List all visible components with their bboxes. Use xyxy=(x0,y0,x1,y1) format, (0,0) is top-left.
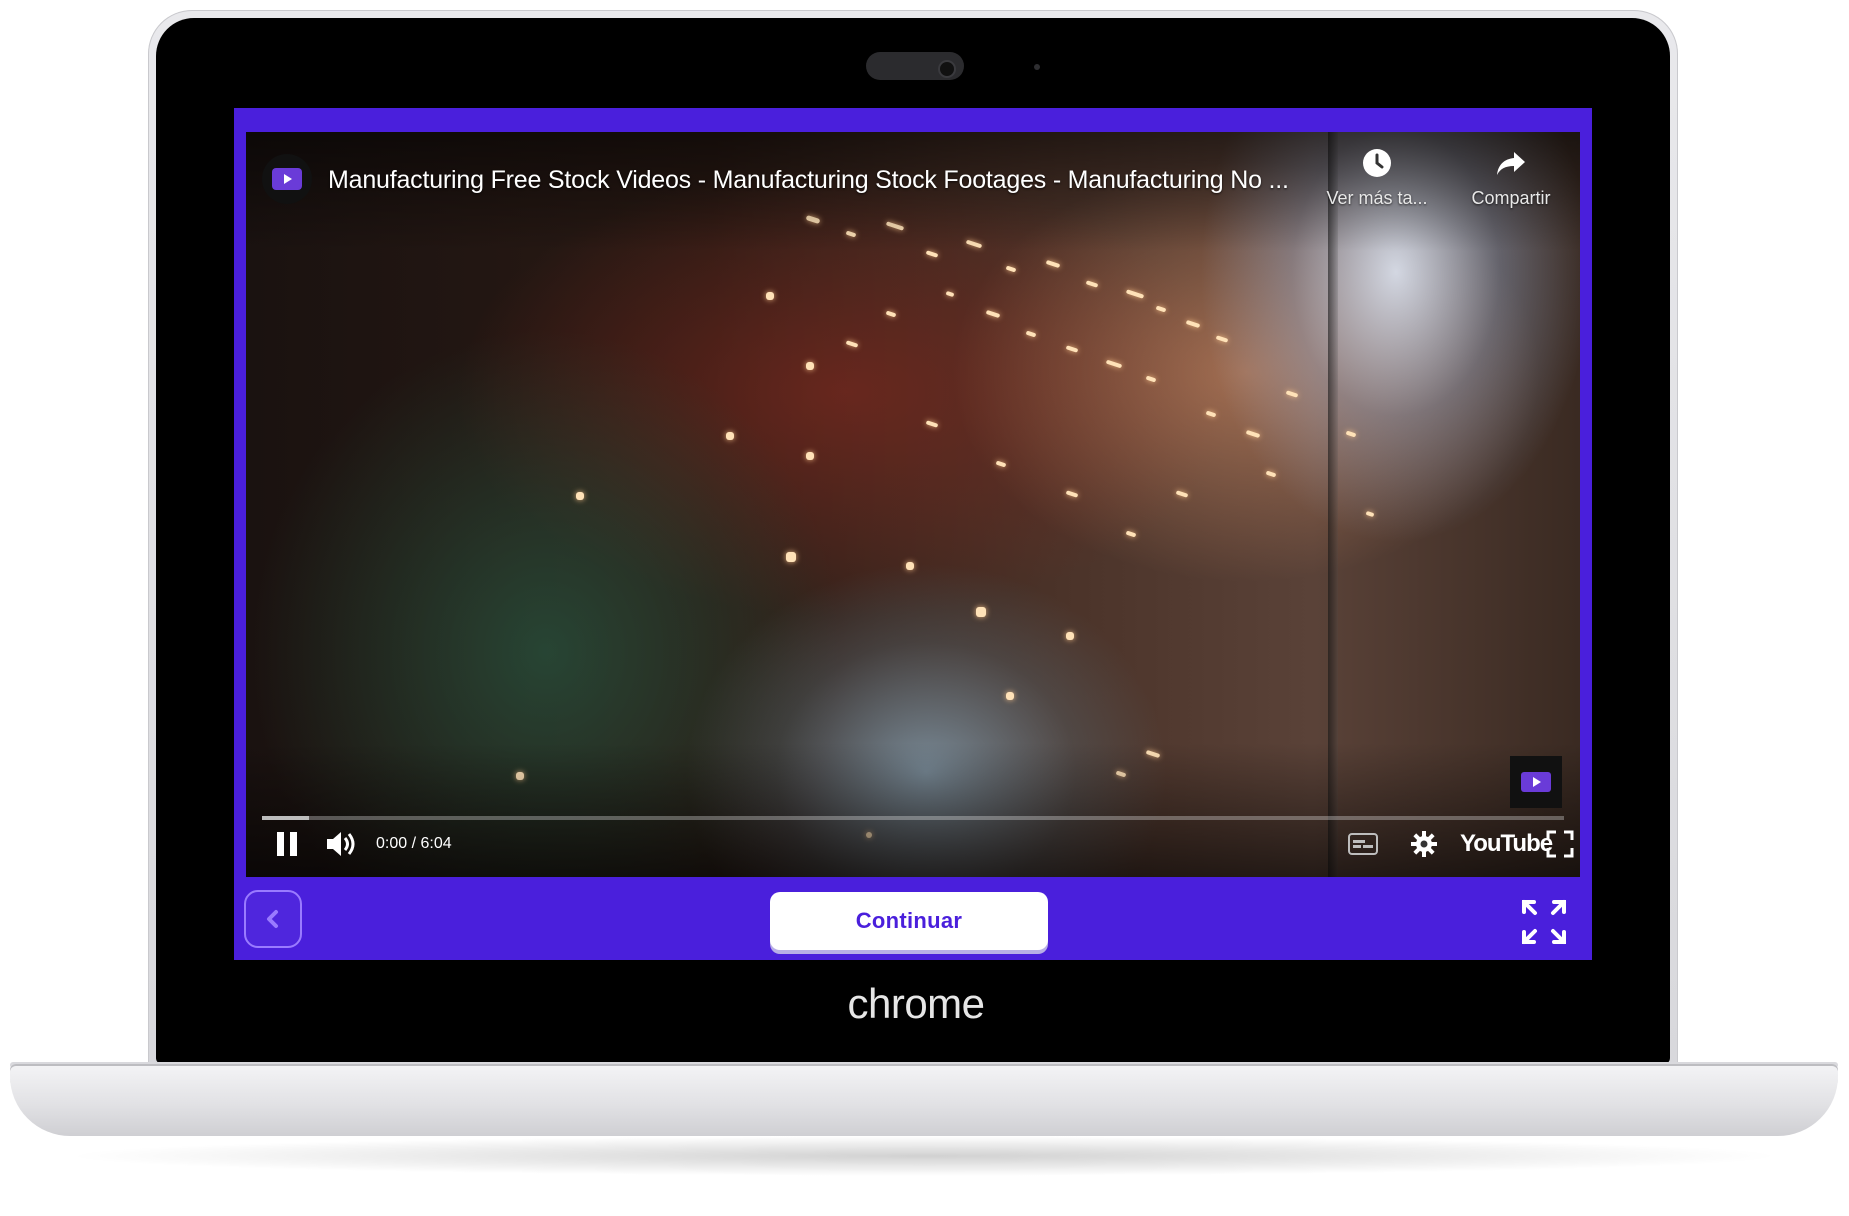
pause-button[interactable] xyxy=(274,824,306,864)
laptop-base xyxy=(10,1064,1838,1136)
pause-icon xyxy=(277,832,297,856)
camera-led xyxy=(1034,64,1040,70)
clock-icon xyxy=(1363,149,1391,177)
back-button[interactable] xyxy=(244,890,302,948)
video-overlay-gradient xyxy=(246,132,1580,877)
captions-button[interactable] xyxy=(1348,824,1384,864)
progress-played xyxy=(262,816,309,820)
chevron-left-icon xyxy=(267,910,278,928)
webcam-icon xyxy=(938,60,956,78)
continue-button[interactable]: Continuar xyxy=(770,892,1048,950)
volume-icon xyxy=(327,832,355,856)
settings-button[interactable] xyxy=(1410,824,1444,864)
youtube-logo[interactable]: YouTube xyxy=(1460,824,1553,864)
gear-icon xyxy=(1411,831,1437,857)
share-label: Compartir xyxy=(1471,188,1551,208)
captions-icon xyxy=(1348,833,1378,855)
time-display: 0:00 / 6:04 xyxy=(376,835,452,852)
share-arrow-icon xyxy=(1497,152,1525,175)
watch-later-button[interactable]: Ver más ta... xyxy=(1320,146,1434,209)
watch-later-label: Ver más ta... xyxy=(1326,188,1428,208)
laptop-shadow xyxy=(60,1136,1788,1176)
expand-icon xyxy=(1522,900,1566,944)
chrome-brand-logo: chrome xyxy=(847,980,985,1027)
progress-bar[interactable] xyxy=(262,816,1564,820)
lesson-screen: Manufacturing Free Stock Videos - Manufa… xyxy=(234,108,1592,960)
video-player[interactable]: Manufacturing Free Stock Videos - Manufa… xyxy=(246,132,1580,877)
volume-button[interactable] xyxy=(324,824,362,864)
expand-button[interactable] xyxy=(1520,898,1568,946)
channel-watermark-icon[interactable] xyxy=(1510,756,1562,808)
channel-avatar-icon[interactable] xyxy=(262,154,312,204)
video-title[interactable]: Manufacturing Free Stock Videos - Manufa… xyxy=(328,166,1289,195)
share-button[interactable]: Compartir xyxy=(1456,146,1566,209)
fullscreen-icon xyxy=(1546,830,1574,858)
laptop-mockup: Manufacturing Free Stock Videos - Manufa… xyxy=(0,0,1849,1216)
fullscreen-button[interactable] xyxy=(1546,824,1580,864)
